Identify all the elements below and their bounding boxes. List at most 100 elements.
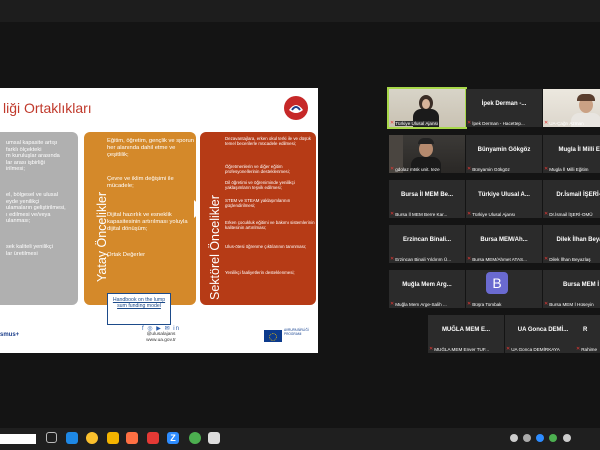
participant-tile[interactable]: Mugla İl Milli Eğ ✕ Mugla İl Milli Eğitim [543,135,600,173]
participant-tile[interactable]: ✕ gdolaz mtsk unit. teze [389,135,465,173]
muted-mic-icon: ✕ [544,301,549,307]
sectoral-priority-item: Dezavantajlara, erken okul terki ile ve … [225,136,311,147]
sectoral-priority-item: Öğretmenlerin ve diğer eğitim profesyone… [225,164,290,175]
participant-name: Bursa MEM İ [562,282,599,288]
participant-tile[interactable]: ✕ Türkiye Ulusal Ajansı [387,87,467,129]
participant-name: R [583,327,588,333]
participant-label-text: Türkiye Ulusal Ajansı [472,211,516,217]
handbook-link[interactable]: Handbook on the lump sum funding model [107,293,171,325]
participant-tile[interactable]: B ✕ Büşra Tombak [466,270,542,308]
participant-label: ✕ Bursa İl MEM Berre Kar... [390,211,447,217]
sectoral-priority-item: Ulus-ötesi öğrenme çıktılarının tanınmas… [225,244,307,249]
muted-mic-icon: ✕ [390,256,395,262]
security-icon[interactable] [549,434,557,442]
participant-tile[interactable]: UA Gonca DEMİ... ✕ UA Gonca DEMİRKAYA [505,315,581,353]
opera-icon[interactable] [147,432,159,444]
participant-label-text: İpek Derman - Hacettep... [472,120,525,126]
slide-column-horizontal-priorities: Yatay Öncelikler Eğitim, öğretim, gençli… [84,132,196,305]
participant-label-text: gdolaz mtsk unit. teze [395,166,440,172]
erasmus-logo-text: smus+ [0,332,20,338]
muted-mic-icon: ✕ [544,211,549,217]
participant-label-text: Bursa MEM/Ahmet ATAS... [472,256,527,262]
participant-name: Türkiye Ulusal A... [478,192,530,198]
social-block: f ◎ ▶ ✉ in @ulusalajans www.ua.gov.tr [126,325,196,344]
participant-name: Mugla İl Milli Eğ [558,147,600,153]
participant-label: ✕ Rahime [576,346,597,352]
slide-column-1: umsal kapasite artışı farklı ölçekteki m k… [0,132,78,305]
participant-label-text: UA-Çağrı Azman [549,120,584,126]
col1-line: ulanması; [6,218,31,224]
monitor-icon[interactable] [510,434,518,442]
horizontal-priority-item: Çevre ve iklim değişimi ile mücadele; [107,176,174,189]
horizontal-priority-item: Dijital hazırlık ve esneklik kapasitesin… [107,212,188,232]
participant-label-text: MUĞLA MEM Enver TUF... [434,346,489,352]
participant-label-text: Dilek İlhan Beyazlaş [549,256,591,262]
eu-program-text: AVRUPA BİRLİĞİ PROGRAMI [284,328,309,336]
participant-label: ✕ Muğla Mem Arge-Salih ... [390,301,447,307]
chrome-icon[interactable] [86,432,98,444]
participant-name: Erzincan Binali... [402,237,451,243]
participant-tile[interactable]: Bünyamin Gökgöz ✕ Bünyamin Gökgöz [466,135,542,173]
participant-label: ✕ UA Gonca DEMİRKAYA [506,346,560,352]
slide-column-sectoral-priorities: Sektörel Öncelikler Dezavantajlara, erke… [200,132,316,305]
participant-tile[interactable]: Bursa MEM/Ah... ✕ Bursa MEM/Ahmet ATAS... [466,225,542,263]
explorer-icon[interactable] [107,432,119,444]
edge-icon[interactable] [66,432,78,444]
zoom-tray-icon[interactable] [536,434,544,442]
participant-tile[interactable]: MUĞLA MEM E... ✕ MUĞLA MEM Enver TUF... [428,315,504,353]
app-icon[interactable] [208,432,220,444]
participant-tile[interactable]: Dr.İsmail İŞERİ-... ✕Dr.İsmail İŞERİ-OMÜ [543,180,600,218]
participant-tile[interactable]: R ✕ Rahime [575,315,600,353]
slide-title: liği Ortaklıkları [3,100,92,116]
task-view-icon[interactable] [46,432,57,443]
participant-name: Bünyamin Gökgöz [477,147,531,153]
social-icons: f ◎ ▶ ✉ in [142,326,180,332]
participant-label: ✕ gdolaz mtsk unit. teze [390,166,440,172]
participant-tile[interactable]: Dilek İlhan Beyaz ✕Dilek İlhan Beyazlaş [543,225,600,263]
participant-tile[interactable]: Bursa İl MEM Be... ✕ Bursa İl MEM Berre Ka… [389,180,465,218]
participant-label-text: Bünyamin Gökgöz [472,166,510,172]
participant-tile[interactable]: İpek Derman -... ✕ İpek Derman - Hacettep.… [466,89,542,127]
participant-tile[interactable]: ✕ UA-Çağrı Azman [543,89,600,127]
participant-tile[interactable]: Erzincan Binali... ✕ Erzincan Binali Yıldı… [389,225,465,263]
participant-label-text: Dr.İsmail İŞERİ-OMÜ [549,211,593,217]
muted-mic-icon: ✕ [390,301,395,307]
participant-label-text: UA Gonca DEMİRKAYA [511,346,560,352]
svg-text:Yatay Öncelikler: Yatay Öncelikler [95,192,109,282]
participant-name: UA Gonca DEMİ... [517,327,569,333]
window-top-bar [0,0,600,22]
muted-mic-icon: ✕ [544,120,549,126]
participant-label: ✕ Mugla İl Milli Eğitim [544,166,589,172]
participant-tile[interactable]: Muğla Mem Arg... ✕ Muğla Mem Arge-Salih ..… [389,270,465,308]
muted-mic-icon: ✕ [390,120,395,126]
bluetooth-icon[interactable] [523,434,531,442]
sectoral-priority-item: Erken çocukluk eğitimi ve bakımı sisteml… [225,220,315,231]
muted-mic-icon: ✕ [467,256,472,262]
participant-name: İpek Derman -... [481,101,527,107]
participant-label: ✕ UA-Çağrı Azman [544,120,584,126]
muted-mic-icon: ✕ [544,166,549,172]
horizontal-priority-item: Eğitim, öğretim, gençlik ve sporun her a… [107,138,194,158]
svg-text:Sektörel Öncelikler: Sektörel Öncelikler [208,195,222,300]
taskbar-search-box[interactable] [0,434,36,444]
col1-line: lar üretilmesi [6,250,38,257]
wifi-icon[interactable] [563,434,571,442]
participant-label-text: Bursa MEM İ Hüseyin [549,301,594,307]
avatar: B [486,272,508,294]
sectoral-priority-item: Yenilikçi faaliyetlerin desteklenmesi; [225,270,295,275]
handbook-link-text[interactable]: Handbook on the lump sum funding model [108,297,170,309]
participant-label: ✕ İpek Derman - Hacettep... [467,120,525,126]
muted-mic-icon: ✕ [544,256,549,262]
zoom-icon[interactable]: Z [167,432,179,444]
participant-label: ✕ Bünyamin Gökgöz [467,166,510,172]
sectoral-priority-item: Dil öğretimi ve öğreniminde yenilikçi ya… [225,180,295,191]
firefox-icon[interactable] [126,432,138,444]
participant-label-text: Mugla İl Milli Eğitim [549,166,589,172]
participant-tile[interactable]: Bursa MEM İ ✕ Bursa MEM İ Hüseyin [543,270,600,308]
participant-label-text: Bursa İl MEM Berre Kar... [395,211,448,217]
participant-label: ✕ Büşra Tombak [467,301,501,307]
participant-label-text: Büşra Tombak [472,301,502,307]
chrome-icon-2[interactable] [189,432,201,444]
participant-tile[interactable]: Türkiye Ulusal A... ✕ Türkiye Ulusal Ajans… [466,180,542,218]
sectoral-priorities-vertical-title: Sektörel Öncelikler [208,195,222,300]
